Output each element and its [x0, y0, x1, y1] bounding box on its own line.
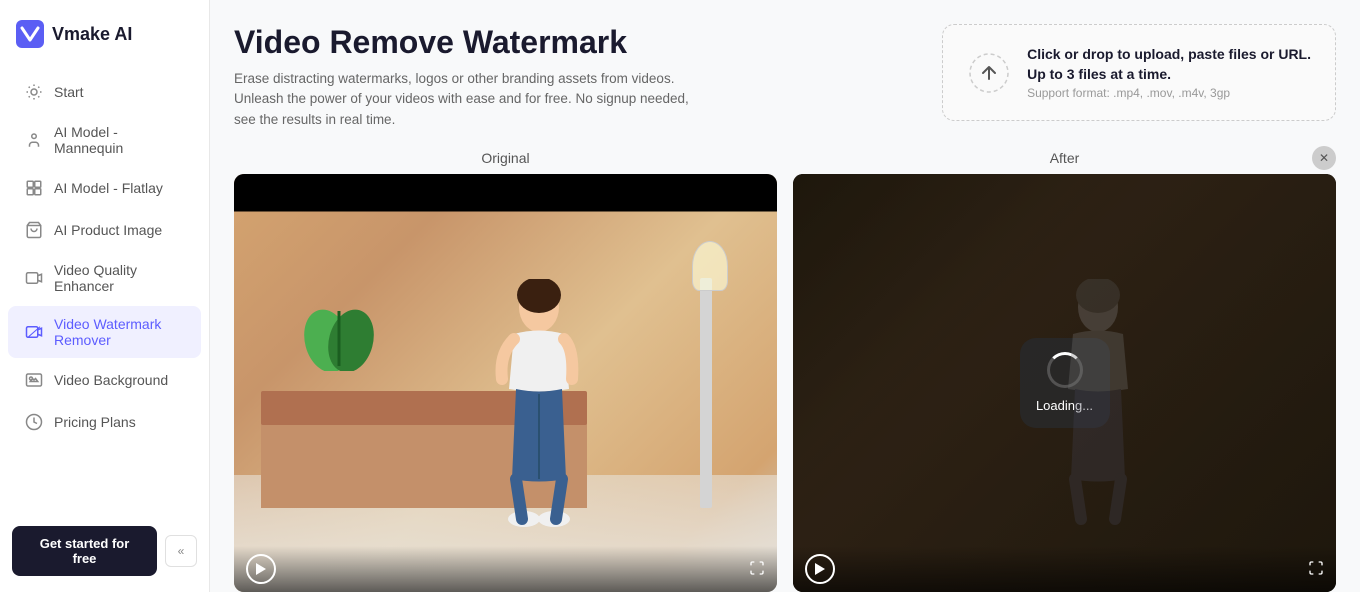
chevron-left-icon: «	[178, 544, 185, 558]
original-video-controls	[234, 546, 777, 592]
upload-icon	[967, 51, 1011, 95]
page-title-section: Video Remove Watermark Erase distracting…	[234, 24, 714, 130]
close-icon: ✕	[1319, 151, 1329, 165]
logo-text: Vmake AI	[52, 24, 132, 45]
sun-icon	[24, 82, 44, 102]
after-video-controls	[793, 546, 1336, 592]
after-fullscreen-button[interactable]	[1308, 560, 1324, 579]
after-video-panel: After Load	[793, 150, 1336, 592]
sidebar-item-product-label: AI Product Image	[54, 222, 162, 238]
sidebar-item-pricing-label: Pricing Plans	[54, 414, 136, 430]
video-wm-icon	[24, 322, 44, 342]
video-panels-container: ✕ Original	[234, 150, 1336, 592]
pricing-icon	[24, 412, 44, 432]
sidebar-item-mannequin-label: AI Model - Mannequin	[54, 124, 185, 156]
main-content: Video Remove Watermark Erase distracting…	[210, 0, 1360, 592]
sidebar-item-start[interactable]: Start	[8, 72, 201, 112]
person-figure	[484, 279, 594, 529]
logo: Vmake AI	[0, 0, 209, 64]
person-icon	[24, 130, 44, 150]
vmake-logo-icon	[16, 20, 44, 48]
after-video-wrapper: Loading...	[793, 174, 1336, 592]
sidebar-item-ai-model-mannequin[interactable]: AI Model - Mannequin	[8, 114, 201, 166]
sidebar-item-video-quality-enhancer[interactable]: Video Quality Enhancer	[8, 252, 201, 304]
get-started-button[interactable]: Get started for free	[12, 526, 157, 576]
sidebar-nav: Start AI Model - Mannequin	[0, 64, 209, 510]
collapse-sidebar-button[interactable]: «	[165, 535, 197, 567]
sidebar-bottom: Get started for free «	[0, 510, 209, 592]
upload-main-text: Click or drop to upload, paste files or …	[1027, 45, 1311, 84]
after-play-button[interactable]	[805, 554, 835, 584]
close-button[interactable]: ✕	[1312, 146, 1336, 170]
page-header: Video Remove Watermark Erase distracting…	[234, 24, 1336, 130]
original-video-panel: Original	[234, 150, 777, 592]
video-bg-icon	[24, 370, 44, 390]
after-label: After	[793, 150, 1336, 166]
sidebar-item-pricing-plans[interactable]: Pricing Plans	[8, 402, 201, 442]
sidebar-item-video-background[interactable]: Video Background	[8, 360, 201, 400]
original-label: Original	[234, 150, 777, 166]
upload-text: Click or drop to upload, paste files or …	[1027, 45, 1311, 100]
watermark-logo	[299, 291, 379, 371]
upload-sub-text: Support format: .mp4, .mov, .m4v, 3gp	[1027, 86, 1311, 100]
sidebar: Vmake AI Start	[0, 0, 210, 592]
sidebar-item-ai-model-flatlay[interactable]: AI Model - Flatlay	[8, 168, 201, 208]
upload-dropzone[interactable]: Click or drop to upload, paste files or …	[942, 24, 1336, 121]
layout-icon	[24, 178, 44, 198]
original-video-wrapper	[234, 174, 777, 592]
page-title: Video Remove Watermark	[234, 24, 714, 61]
sidebar-item-watermark-label: Video Watermark Remover	[54, 316, 185, 348]
sidebar-item-ai-product-image[interactable]: AI Product Image	[8, 210, 201, 250]
original-play-button[interactable]	[246, 554, 276, 584]
video-enhance-icon	[24, 268, 44, 288]
sidebar-item-video-bg-label: Video Background	[54, 372, 168, 388]
sidebar-item-start-label: Start	[54, 84, 84, 100]
sidebar-item-flatlay-label: AI Model - Flatlay	[54, 180, 163, 196]
page-description: Erase distracting watermarks, logos or o…	[234, 69, 714, 130]
sidebar-item-video-quality-label: Video Quality Enhancer	[54, 262, 185, 294]
original-fullscreen-button[interactable]	[749, 560, 765, 579]
sidebar-item-video-watermark-remover[interactable]: Video Watermark Remover	[8, 306, 201, 358]
bag-icon	[24, 220, 44, 240]
